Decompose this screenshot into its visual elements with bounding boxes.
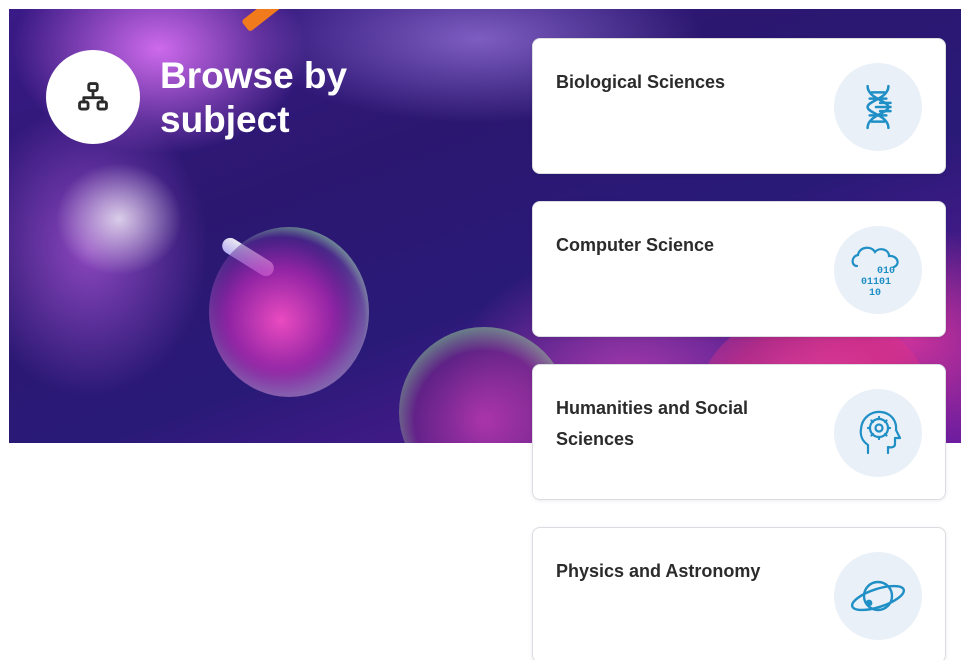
planet-icon xyxy=(834,552,922,640)
cloud-binary-icon: 010 01101 10 xyxy=(834,226,922,314)
hierarchy-icon xyxy=(46,50,140,144)
subject-card-biological-sciences[interactable]: Biological Sciences xyxy=(532,38,946,174)
subject-card-computer-science[interactable]: Computer Science 010 01101 10 xyxy=(532,201,946,337)
svg-text:01101: 01101 xyxy=(861,277,891,288)
decorative-stroke xyxy=(241,9,313,33)
subject-card-physics-astronomy[interactable]: Physics and Astronomy xyxy=(532,527,946,660)
svg-text:010: 010 xyxy=(877,266,895,277)
subject-card-humanities-social-sciences[interactable]: Humanities and Social Sciences xyxy=(532,364,946,500)
dna-icon xyxy=(834,63,922,151)
subject-card-label: Physics and Astronomy xyxy=(556,561,761,581)
subject-card-label: Computer Science xyxy=(556,235,715,255)
svg-text:10: 10 xyxy=(869,288,881,298)
head-gear-icon xyxy=(834,389,922,477)
molecule-bubble xyxy=(209,227,369,397)
section-heading: Browse by subject xyxy=(46,50,380,144)
subject-card-label: Humanities and Social Sciences xyxy=(556,398,749,449)
subject-card-label: Biological Sciences xyxy=(556,72,726,92)
page-title: Browse by subject xyxy=(160,55,348,140)
